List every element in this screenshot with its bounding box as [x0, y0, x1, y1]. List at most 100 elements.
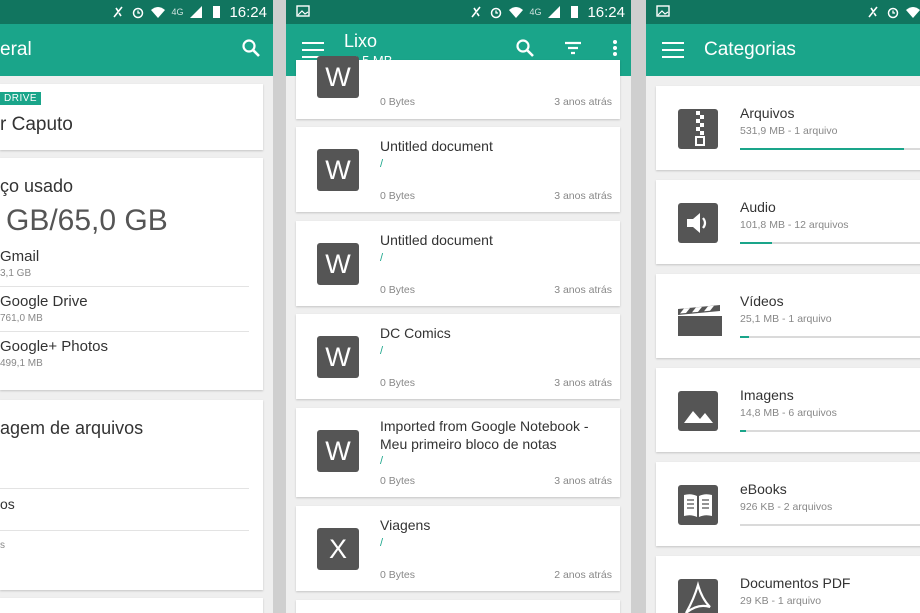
- category-pdf[interactable]: Documentos PDF 29 KB - 1 arquivo: [656, 556, 920, 613]
- page-title: Categorias: [704, 39, 796, 60]
- category-name: Audio: [740, 199, 776, 215]
- file-name: Untitled document: [380, 138, 493, 154]
- list-item[interactable]: W DC Comics / 0 Bytes 3 anos atrás: [296, 314, 620, 399]
- image-notification-icon: [296, 4, 310, 18]
- wifi-icon: [509, 5, 524, 19]
- status-bar: 4G: [646, 0, 920, 24]
- storage-total: GB/65,0 GB: [6, 204, 168, 237]
- service-name: Google Drive: [0, 293, 88, 310]
- vibrate-icon: [866, 5, 880, 19]
- file-path: /: [380, 345, 384, 357]
- storage-heading: ço usado: [0, 176, 74, 196]
- category-usage-fill: [740, 242, 772, 244]
- category-info: 531,9 MB - 1 arquivo: [740, 125, 838, 137]
- wifi-icon: [151, 5, 166, 19]
- category-name: Arquivos: [740, 105, 795, 121]
- alarm-icon: [131, 5, 145, 19]
- app-bar: Categorias: [646, 24, 920, 76]
- network-type-label: 4G: [171, 7, 184, 17]
- file-date: 3 anos atrás: [554, 96, 612, 108]
- signal-icon: [189, 5, 203, 19]
- file-size: 0 Bytes: [380, 569, 416, 581]
- archive-icon: [676, 107, 720, 151]
- network-type-label: 4G: [529, 7, 542, 17]
- category-ebooks[interactable]: eBooks 926 KB - 2 arquivos: [656, 462, 920, 546]
- category-info: 926 KB - 2 arquivos: [740, 501, 833, 513]
- file-path: /: [380, 252, 384, 264]
- video-icon: [676, 295, 722, 339]
- divider: [0, 530, 249, 531]
- battery-icon: [567, 5, 581, 19]
- menu-icon[interactable]: [662, 42, 684, 58]
- file-name: Viagens: [380, 517, 431, 533]
- files-card: agem de arquivos os s: [0, 400, 263, 590]
- word-doc-icon: W: [317, 336, 359, 378]
- category-name: eBooks: [740, 481, 787, 497]
- category-info: 25,1 MB - 1 arquivo: [740, 313, 832, 325]
- audio-icon: [676, 201, 720, 245]
- pdf-icon: [676, 577, 720, 613]
- category-usage-bar: [740, 148, 920, 150]
- file-name: Imported from Google Notebook - Meu prim…: [380, 418, 589, 452]
- files-heading: agem de arquivos: [0, 418, 144, 438]
- service-name: Gmail: [0, 248, 40, 265]
- image-icon: [676, 389, 720, 433]
- file-date: 3 anos atrás: [554, 475, 612, 487]
- clock: 16:24: [229, 3, 267, 21]
- list-item[interactable]: W 0 Bytes 3 anos atrás: [296, 56, 620, 119]
- wifi-icon: [905, 5, 920, 19]
- screen-categories: 4G Categorias Arquivos 531,9 MB - 1 arqu…: [646, 0, 920, 613]
- page-title: eral: [0, 39, 32, 60]
- list-item[interactable]: W Untitled document / 0 Bytes 3 anos atr…: [296, 127, 620, 212]
- file-size: 0 Bytes: [380, 377, 416, 389]
- service-size: 761,0 MB: [0, 313, 43, 324]
- file-path: /: [380, 537, 384, 549]
- spreadsheet-icon: X: [317, 528, 359, 570]
- files-item[interactable]: s: [0, 540, 5, 551]
- files-item[interactable]: os: [0, 496, 15, 512]
- file-date: 3 anos atrás: [554, 284, 612, 296]
- list-item[interactable]: W Imported from Google Notebook - Meu pr…: [296, 408, 620, 497]
- battery-icon: [209, 5, 223, 19]
- word-doc-icon: W: [317, 149, 359, 191]
- file-size: 0 Bytes: [380, 475, 416, 487]
- divider: [0, 286, 249, 287]
- category-usage-fill: [740, 336, 750, 338]
- category-videos[interactable]: Vídeos 25,1 MB - 1 arquivo: [656, 274, 920, 358]
- vibrate-icon: [469, 5, 483, 19]
- file-date: 3 anos atrás: [554, 377, 612, 389]
- list-item[interactable]: W Untitled document / 0 Bytes 3 anos atr…: [296, 221, 620, 306]
- vibrate-icon: [111, 5, 125, 19]
- category-usage-fill: [740, 148, 904, 150]
- search-icon[interactable]: [241, 38, 261, 63]
- category-info: 101,8 MB - 12 arquivos: [740, 219, 849, 231]
- account-card[interactable]: DRIVE r Caputo: [0, 84, 263, 150]
- alarm-icon: [489, 5, 503, 19]
- category-audio[interactable]: Audio 101,8 MB - 12 arquivos: [656, 180, 920, 264]
- file-size: 0 Bytes: [380, 96, 416, 108]
- divider: [0, 331, 249, 332]
- divider: [0, 488, 249, 489]
- category-usage-bar: [740, 336, 920, 338]
- ebook-icon: [676, 483, 720, 527]
- file-date: 3 anos atrás: [554, 190, 612, 202]
- file-name: DC Comics: [380, 325, 451, 341]
- category-usage-bar: [740, 430, 920, 432]
- status-bar: 4G 16:24: [0, 0, 273, 24]
- category-images[interactable]: Imagens 14,8 MB - 6 arquivos: [656, 368, 920, 452]
- category-name: Imagens: [740, 387, 794, 403]
- category-usage-bar: [740, 524, 920, 526]
- service-row[interactable]: Google+ Photos 499,1 MB: [0, 338, 263, 382]
- service-size: 499,1 MB: [0, 358, 43, 369]
- category-archives[interactable]: Arquivos 531,9 MB - 1 arquivo: [656, 86, 920, 170]
- storage-card: ço usado GB/65,0 GB Gmail 3,1 GB Google …: [0, 158, 263, 390]
- word-doc-icon: W: [317, 56, 359, 98]
- category-name: Vídeos: [740, 293, 784, 309]
- list-item[interactable]: X Viagens / 0 Bytes 2 anos atrás: [296, 506, 620, 591]
- category-info: 14,8 MB - 6 arquivos: [740, 407, 837, 419]
- file-name: Untitled document: [380, 232, 493, 248]
- file-path: /: [380, 455, 384, 467]
- list-item[interactable]: [296, 600, 620, 613]
- file-path: /: [380, 158, 384, 170]
- category-name: Documentos PDF: [740, 575, 851, 591]
